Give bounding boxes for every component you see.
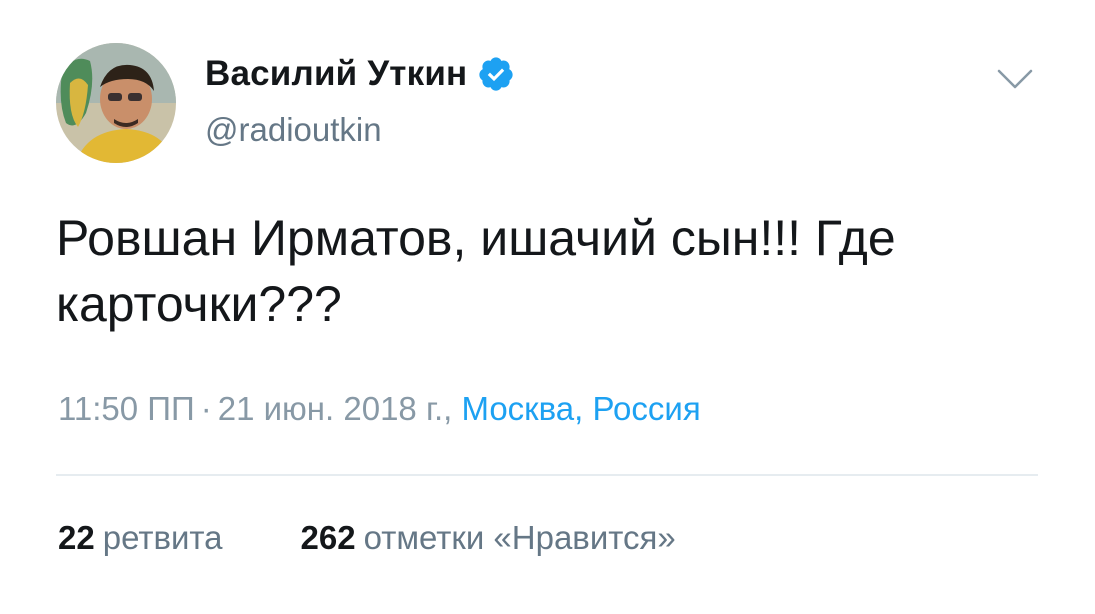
tweet-location[interactable]: Москва, Россия bbox=[461, 390, 700, 427]
retweets-count: 22 bbox=[58, 519, 95, 556]
author-avatar[interactable] bbox=[56, 43, 176, 163]
chevron-down-icon[interactable] bbox=[995, 66, 1035, 92]
author-name-text[interactable]: Василий Уткин bbox=[205, 54, 467, 94]
divider bbox=[56, 474, 1038, 476]
retweets-label: ретвита bbox=[102, 519, 223, 556]
likes-label: отметки «Нравится» bbox=[363, 519, 676, 556]
author-handle[interactable]: @radioutkin bbox=[205, 111, 382, 149]
tweet-meta: 11:50 ПП · 21 июн. 2018 г., Москва, Россия bbox=[58, 390, 701, 428]
avatar-photo-icon bbox=[56, 43, 176, 163]
author-name[interactable]: Василий Уткин bbox=[205, 54, 515, 94]
tweet-time[interactable]: 11:50 ПП bbox=[58, 390, 195, 427]
tweet-date[interactable]: 21 июн. 2018 г., bbox=[218, 390, 453, 427]
likes-count: 262 bbox=[300, 519, 356, 556]
tweet-stats: 22 ретвита 262 отметки «Нравится» bbox=[58, 519, 676, 557]
tweet-text: Ровшан Ирматов, ишачий сын!!! Где карточ… bbox=[56, 210, 896, 332]
verified-badge-icon bbox=[477, 55, 515, 93]
retweets-stat[interactable]: 22 ретвита bbox=[58, 519, 223, 557]
meta-separator: · bbox=[200, 390, 212, 427]
likes-stat[interactable]: 262 отметки «Нравится» bbox=[301, 519, 676, 557]
